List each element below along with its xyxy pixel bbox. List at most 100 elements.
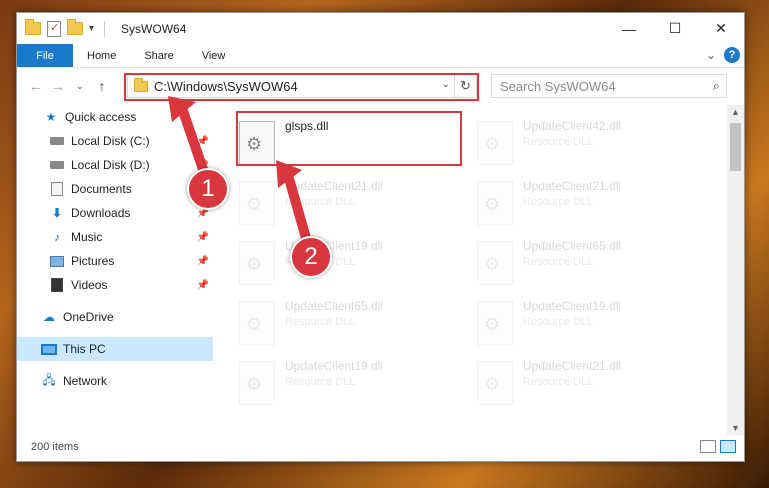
dll-file-icon bbox=[477, 361, 513, 405]
ribbon-right: ⌄ ? bbox=[706, 47, 740, 63]
list-item[interactable]: UpdateClient65.dll Resource DLL bbox=[451, 235, 681, 291]
quick-access-toolbar: ▾ SysWOW64 bbox=[17, 19, 187, 37]
toolbar-divider bbox=[104, 20, 106, 37]
minimize-button[interactable]: — bbox=[606, 13, 652, 44]
window-title: SysWOW64 bbox=[121, 21, 187, 36]
pin-icon[interactable]: 📌 bbox=[197, 232, 209, 243]
sidebar-item-network[interactable]: 🖧 Network bbox=[17, 369, 213, 393]
sidebar-item-label: Music bbox=[71, 230, 103, 244]
details-view-icon[interactable] bbox=[700, 440, 716, 453]
star-icon: ★ bbox=[45, 110, 57, 124]
pictures-icon bbox=[49, 253, 65, 269]
dll-file-icon bbox=[239, 301, 275, 345]
up-button[interactable]: ↑ bbox=[91, 78, 113, 94]
file-name: UpdateClient42.dll bbox=[523, 119, 622, 133]
drive-icon bbox=[49, 157, 65, 173]
pc-icon bbox=[41, 341, 57, 357]
file-name: UpdateClient21.dll bbox=[285, 179, 384, 193]
dll-file-icon bbox=[239, 181, 275, 225]
expand-ribbon-icon[interactable]: ⌄ bbox=[706, 48, 716, 62]
videos-icon bbox=[49, 277, 65, 293]
sidebar-item-local-disk-c[interactable]: Local Disk (C:) 📌 bbox=[17, 129, 213, 153]
list-item[interactable]: UpdateClient42.dll Resource DLL bbox=[451, 115, 681, 171]
sidebar-item-quick-access[interactable]: ★ Quick access bbox=[17, 105, 213, 129]
ribbon-tabs: File Home Share View ⌄ ? bbox=[17, 44, 744, 68]
dll-file-icon bbox=[477, 121, 513, 165]
scrollbar-thumb[interactable] bbox=[730, 123, 741, 171]
tiles-view-icon[interactable] bbox=[720, 440, 736, 453]
properties-icon[interactable] bbox=[47, 20, 61, 37]
search-input[interactable]: Search SysWOW64 ⌕ bbox=[491, 74, 727, 98]
new-folder-icon[interactable] bbox=[67, 19, 83, 35]
cloud-icon: ☁ bbox=[43, 310, 55, 324]
sidebar-item-local-disk-d[interactable]: Local Disk (D:) 📌 bbox=[17, 153, 213, 177]
vertical-scrollbar[interactable]: ▲ ▼ bbox=[727, 105, 744, 435]
item-count: 200 items bbox=[31, 441, 79, 453]
dll-file-icon bbox=[239, 361, 275, 405]
music-icon: ♪ bbox=[54, 230, 60, 244]
dll-file-icon bbox=[477, 241, 513, 285]
sidebar-item-music[interactable]: ♪ Music 📌 bbox=[17, 225, 213, 249]
scroll-down-icon[interactable]: ▼ bbox=[727, 423, 744, 433]
dll-file-icon bbox=[477, 301, 513, 345]
sidebar-item-onedrive[interactable]: ☁ OneDrive bbox=[17, 305, 213, 329]
file-type: Resource DLL bbox=[523, 376, 594, 388]
close-button[interactable]: ✕ bbox=[698, 13, 744, 44]
sidebar-item-pictures[interactable]: Pictures 📌 bbox=[17, 249, 213, 273]
documents-icon bbox=[49, 181, 65, 197]
list-item[interactable]: UpdateClient21.dll Resource DLL bbox=[451, 175, 681, 231]
sidebar-item-videos[interactable]: Videos 📌 bbox=[17, 273, 213, 297]
scroll-up-icon[interactable]: ▲ bbox=[727, 107, 744, 117]
dll-file-icon bbox=[477, 181, 513, 225]
file-name: UpdateClient65.dll bbox=[523, 239, 622, 253]
help-icon[interactable]: ? bbox=[724, 47, 740, 63]
file-type: Resource DLL bbox=[285, 376, 356, 388]
list-item[interactable]: UpdateClient19.dll Resource DLL bbox=[213, 355, 443, 411]
file-type: Resource DLL bbox=[523, 136, 594, 148]
sidebar-item-documents[interactable]: Documents 📌 bbox=[17, 177, 213, 201]
navigation-pane: ★ Quick access Local Disk (C:) 📌 Local D… bbox=[17, 105, 213, 435]
network-icon: 🖧 bbox=[42, 372, 56, 387]
sidebar-item-label: Documents bbox=[71, 182, 132, 196]
file-type: Resource DLL bbox=[523, 196, 594, 208]
list-item[interactable]: UpdateClient21.dll Resource DLL bbox=[213, 175, 443, 231]
file-type: Resource DLL bbox=[285, 196, 356, 208]
sidebar-item-label: Downloads bbox=[71, 206, 131, 220]
step-marker-2: 2 bbox=[290, 236, 332, 278]
title-bar: ▾ SysWOW64 — ☐ ✕ bbox=[17, 13, 744, 44]
sidebar-item-label: This PC bbox=[63, 342, 106, 356]
tab-share[interactable]: Share bbox=[130, 44, 187, 67]
forward-button[interactable]: → bbox=[47, 78, 69, 94]
list-item[interactable]: UpdateClient65.dll Resource DLL bbox=[213, 295, 443, 351]
pin-icon[interactable]: 📌 bbox=[197, 256, 209, 267]
folder-icon[interactable] bbox=[25, 19, 41, 35]
file-type: Resource DLL bbox=[523, 316, 594, 328]
step-marker-1: 1 bbox=[187, 168, 229, 210]
list-item[interactable]: UpdateClient19.dll Resource DLL bbox=[451, 295, 681, 351]
window-controls: — ☐ ✕ bbox=[606, 13, 744, 44]
sidebar-item-label: Network bbox=[63, 374, 108, 388]
sidebar-item-label: OneDrive bbox=[63, 310, 114, 324]
search-placeholder: Search SysWOW64 bbox=[500, 78, 616, 94]
tab-file[interactable]: File bbox=[17, 44, 73, 67]
file-name: UpdateClient21.dll bbox=[523, 179, 622, 193]
customize-dropdown-icon[interactable]: ▾ bbox=[89, 23, 94, 34]
sidebar-item-label: Quick access bbox=[65, 110, 137, 124]
pin-icon[interactable]: 📌 bbox=[197, 136, 209, 147]
explorer-window: ▾ SysWOW64 — ☐ ✕ File Home Share View ⌄ … bbox=[16, 12, 745, 462]
sidebar-item-downloads[interactable]: ⬇ Downloads 📌 bbox=[17, 201, 213, 225]
downloads-icon: ⬇ bbox=[51, 206, 63, 220]
back-button[interactable]: ← bbox=[25, 78, 47, 94]
drive-icon bbox=[49, 133, 65, 149]
sidebar-item-this-pc[interactable]: This PC bbox=[17, 337, 213, 361]
recent-locations-icon[interactable]: ⌄ bbox=[69, 81, 91, 92]
pin-icon[interactable]: 📌 bbox=[197, 280, 209, 291]
tab-home[interactable]: Home bbox=[73, 44, 130, 67]
file-type: Resource DLL bbox=[285, 316, 356, 328]
list-item[interactable]: UpdateClient21.dll Resource DLL bbox=[451, 355, 681, 411]
file-name: UpdateClient19.dll bbox=[523, 299, 622, 313]
dll-file-icon bbox=[239, 241, 275, 285]
maximize-button[interactable]: ☐ bbox=[652, 13, 698, 44]
tab-view[interactable]: View bbox=[188, 44, 240, 67]
sidebar-item-label: Local Disk (C:) bbox=[71, 134, 150, 148]
